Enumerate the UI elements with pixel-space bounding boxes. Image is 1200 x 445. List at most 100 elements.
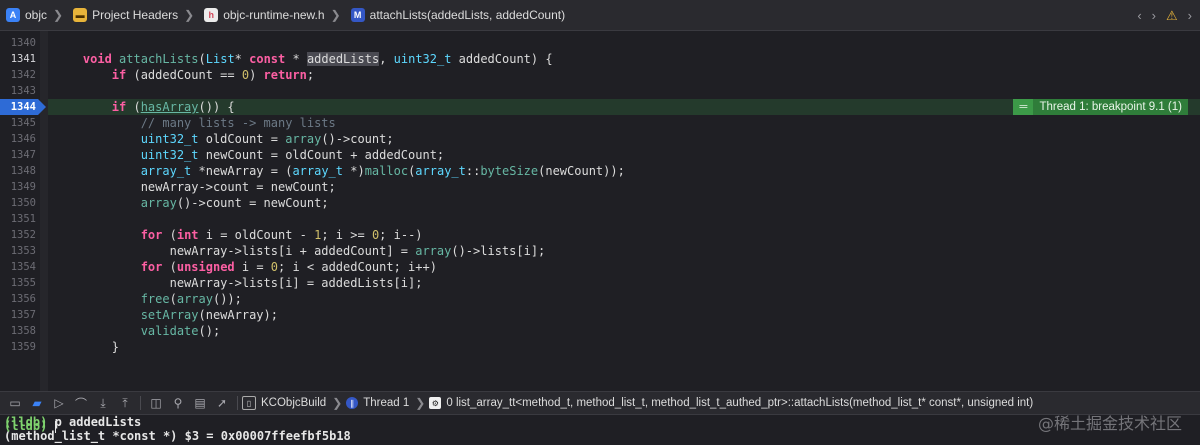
code-line[interactable]: 1342 if (addedCount == 0) return; <box>0 67 1200 83</box>
code-editor[interactable]: 1340 1341 void attachLists(List* const * … <box>0 31 1200 391</box>
simulate-location-icon[interactable]: ➚ <box>211 392 233 414</box>
step-out-icon[interactable]: ⤒ <box>114 392 136 414</box>
line-number[interactable]: 1351 <box>0 211 36 227</box>
line-number[interactable]: 1353 <box>0 243 36 259</box>
code-text: array()->count = newCount; <box>140 196 329 210</box>
line-number[interactable]: 1346 <box>0 131 36 147</box>
code-line[interactable]: 1355 newArray->lists[i] = addedLists[i]; <box>0 275 1200 291</box>
code-line[interactable]: 1349 newArray->count = newCount; <box>0 179 1200 195</box>
back-button[interactable]: ‹ <box>1137 8 1141 23</box>
stack-frame-selector[interactable]: ⚙ 0 list_array_tt<method_t, method_list_… <box>429 397 1033 409</box>
crumb-label: objc-runtime-new.h <box>223 8 325 22</box>
line-number[interactable]: 1342 <box>0 67 36 83</box>
code-line[interactable]: 1348 array_t *newArray = (array_t *)mall… <box>0 163 1200 179</box>
code-line[interactable]: 1350 array()->count = newCount; <box>0 195 1200 211</box>
stack-frame-icon: ⚙ <box>429 397 442 409</box>
lldb-prompt: (lldb) <box>4 419 48 433</box>
code-text: newArray->count = newCount; <box>54 180 336 194</box>
code-text: newArray->lists[i] = addedLists[i]; <box>54 276 423 290</box>
code-text: validate(); <box>140 324 221 338</box>
code-line[interactable]: 1353 newArray->lists[i + addedCount] = a… <box>0 243 1200 259</box>
crumb-method[interactable]: M attachLists(addedLists, addedCount) <box>350 8 565 22</box>
line-number[interactable]: 1347 <box>0 147 36 163</box>
line-number[interactable]: 1345 <box>0 115 36 131</box>
code-line[interactable]: 1352 for (int i = oldCount - 1; i >= 0; … <box>0 227 1200 243</box>
code-line[interactable]: 1343 <box>0 83 1200 99</box>
step-into-icon[interactable]: ⤓ <box>92 392 114 414</box>
line-number[interactable]: 1340 <box>0 35 36 51</box>
console-line: (method_list_t *const *) $3 = 0x00007ffe… <box>4 429 351 443</box>
environment-overrides-icon[interactable]: ▤ <box>189 392 211 414</box>
code-line[interactable]: 1357 setArray(newArray); <box>0 307 1200 323</box>
line-number[interactable]: 1359 <box>0 339 36 355</box>
code-line[interactable]: 1358 validate(); <box>0 323 1200 339</box>
code-line[interactable]: 1354 for (unsigned i = 0; i < addedCount… <box>0 259 1200 275</box>
code-text: free(array()); <box>140 292 242 306</box>
code-text: uint32_t newCount = oldCount + addedCoun… <box>140 148 445 162</box>
code-text: uint32_t oldCount = array()->count; <box>140 132 394 146</box>
code-text: if (addedCount == 0) return; <box>111 68 315 82</box>
watermark: @稀土掘金技术社区 <box>1037 414 1182 433</box>
target-selector[interactable]: ▯ KCObjcBuild <box>242 396 326 410</box>
chevron-right-icon: ❯ <box>332 396 343 410</box>
thread-selector[interactable]: ∥ Thread 1 <box>346 397 409 409</box>
line-number[interactable]: 1349 <box>0 179 36 195</box>
forward-button[interactable]: › <box>1152 8 1156 23</box>
chevron-right-icon: ❯ <box>415 396 426 410</box>
divider <box>237 396 238 410</box>
xcode-project-icon: A <box>6 8 20 22</box>
jump-bar: A objc ❯ ▬ Project Headers ❯ h objc-runt… <box>0 0 1200 31</box>
code-line[interactable]: 1341 void attachLists(List* const * adde… <box>0 51 1200 67</box>
terminal-icon: ▯ <box>242 396 256 410</box>
line-number[interactable]: 1341 <box>0 51 36 67</box>
code-line[interactable]: 1359 } <box>0 339 1200 355</box>
crumb-project-headers[interactable]: ▬ Project Headers <box>73 8 178 22</box>
code-line[interactable]: 1345 // many lists -> many lists <box>0 115 1200 131</box>
lldb-console[interactable]: (lldb) p addedLists (method_list_t *cons… <box>0 415 1200 445</box>
console-input-line[interactable]: (lldb) <box>4 419 56 433</box>
code-line[interactable]: 1344 if (hasArray()) { ═ Thread 1: breakpo… <box>0 99 1200 115</box>
method-icon: M <box>350 8 365 22</box>
step-over-icon[interactable]: ⌒ <box>70 392 92 414</box>
breakpoints-toggle-icon[interactable]: ▰ <box>26 392 48 414</box>
chevron-right-icon: ❯ <box>330 8 341 22</box>
warning-icon[interactable]: ⚠ <box>1166 8 1178 24</box>
line-number[interactable]: 1344 <box>0 99 36 115</box>
code-text: if (hasArray()) { <box>111 100 235 114</box>
code-text: } <box>54 340 120 354</box>
line-number[interactable]: 1350 <box>0 195 36 211</box>
line-number[interactable]: 1343 <box>0 83 36 99</box>
line-number[interactable]: 1354 <box>0 259 36 275</box>
code-text: // many lists -> many lists <box>54 116 336 130</box>
view-hierarchy-icon[interactable]: ◫ <box>145 392 167 414</box>
line-number[interactable]: 1355 <box>0 275 36 291</box>
breakpoint-badge[interactable]: ═ Thread 1: breakpoint 9.1 (1) <box>1013 99 1188 115</box>
console-text: (method_list_t *const *) $3 = 0x00007ffe… <box>4 429 351 443</box>
code-line[interactable]: 1346 uint32_t oldCount = array()->count; <box>0 131 1200 147</box>
code-line[interactable]: 1347 uint32_t newCount = oldCount + adde… <box>0 147 1200 163</box>
line-number[interactable]: 1357 <box>0 307 36 323</box>
breakpoint-badge-label: Thread 1: breakpoint 9.1 (1) <box>1039 101 1182 113</box>
header-file-icon: h <box>204 8 219 22</box>
chevron-right-icon: ❯ <box>53 8 64 22</box>
crumb-header-file[interactable]: h objc-runtime-new.h <box>204 8 325 22</box>
code-text: setArray(newArray); <box>140 308 278 322</box>
code-text: newArray->lists[i + addedCount] = array(… <box>54 244 546 258</box>
line-number[interactable]: 1356 <box>0 291 36 307</box>
line-number[interactable]: 1352 <box>0 227 36 243</box>
code-line[interactable]: 1340 <box>0 35 1200 51</box>
continue-icon[interactable]: ▷ <box>48 392 70 414</box>
line-number[interactable]: 1348 <box>0 163 36 179</box>
code-line[interactable]: 1356 free(array()); <box>0 291 1200 307</box>
crumb-label: objc <box>25 8 48 22</box>
code-line[interactable]: 1351 <box>0 211 1200 227</box>
code-text: array_t *newArray = (array_t *)malloc(ar… <box>140 164 625 178</box>
memory-graph-icon[interactable]: ⚲ <box>167 392 189 414</box>
chevron-right-icon[interactable]: › <box>1188 8 1192 23</box>
crumb-objc[interactable]: A objc <box>6 8 47 22</box>
console-text: p addedLists <box>47 415 142 429</box>
chevron-right-icon: ❯ <box>184 8 195 22</box>
hide-debug-area-icon[interactable]: ▭ <box>4 392 26 414</box>
line-number[interactable]: 1358 <box>0 323 36 339</box>
